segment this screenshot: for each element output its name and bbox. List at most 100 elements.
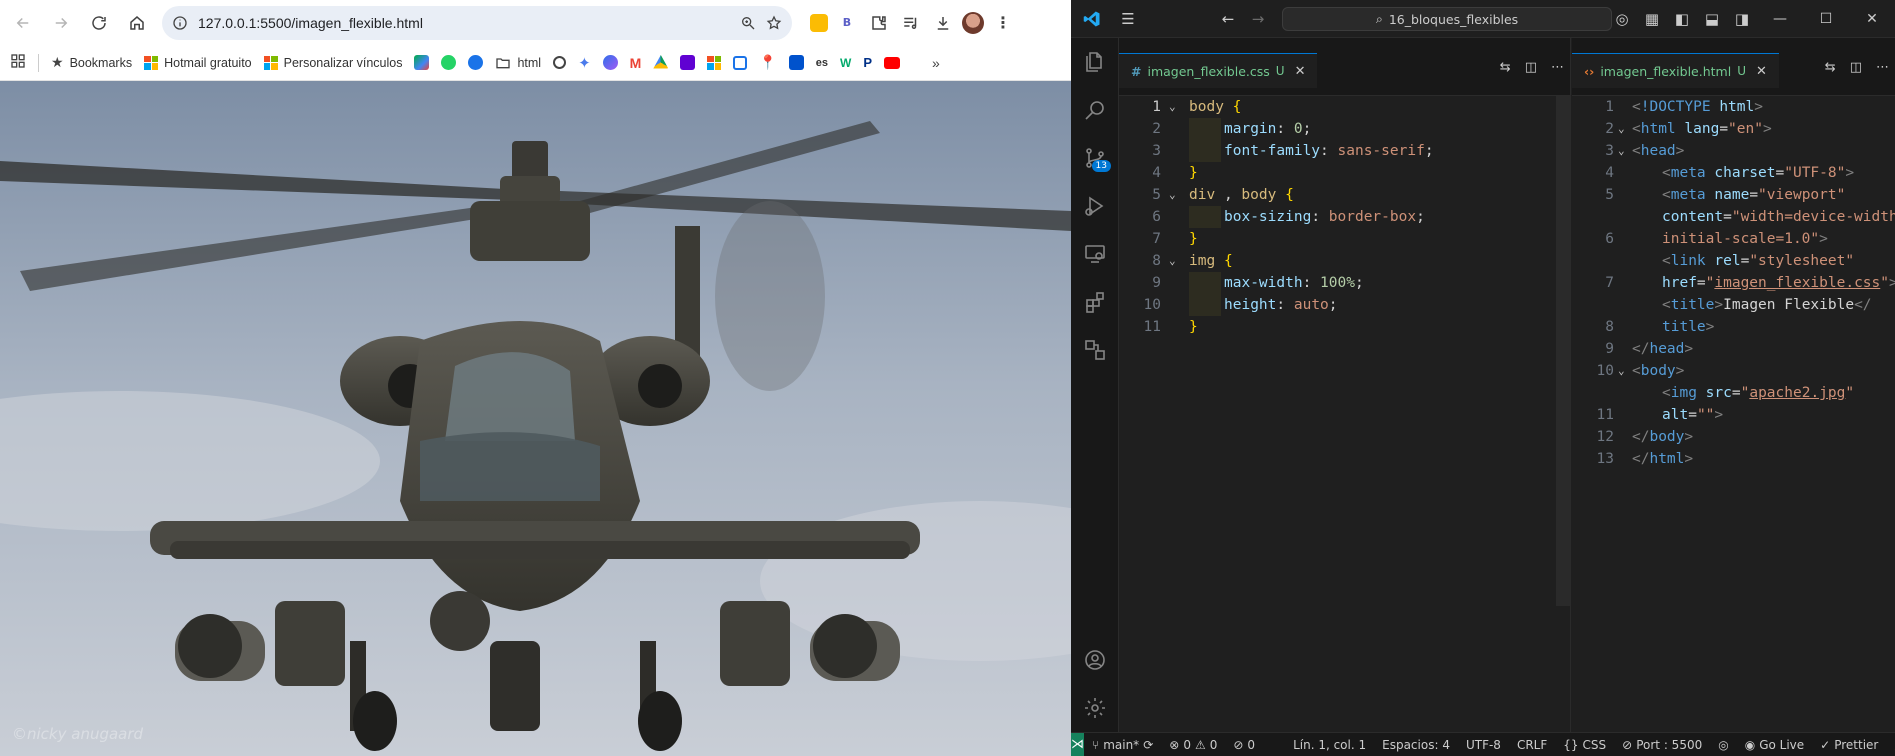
status-cursor-position[interactable]: Lín. 1, col. 1 xyxy=(1285,738,1374,752)
status-encoding[interactable]: UTF-8 xyxy=(1458,738,1509,752)
hamburger-menu-icon[interactable]: ☰ xyxy=(1113,4,1143,34)
close-tab-icon[interactable]: ✕ xyxy=(1756,64,1767,79)
fold-chevron-icon[interactable]: ⌄ xyxy=(1169,184,1176,206)
status-prettier[interactable]: ✓ Prettier xyxy=(1812,738,1886,752)
split-editor-icon[interactable]: ◫ xyxy=(1525,60,1537,75)
remote-explorer-icon[interactable] xyxy=(1071,230,1119,278)
tab-imagen-flexible-html[interactable]: ‹› imagen_flexible.html U ✕ xyxy=(1572,53,1779,88)
calendar-icon[interactable] xyxy=(733,55,748,70)
source-control-icon[interactable]: 13 xyxy=(1071,134,1119,182)
editor-group-html: ‹› imagen_flexible.html U ✕ ⇆ ◫ ⋯ 1 <!DOC… xyxy=(1572,38,1895,732)
toggle-primary-sidebar-icon[interactable]: ◧ xyxy=(1667,4,1697,34)
split-editor-icon[interactable]: ◫ xyxy=(1850,60,1862,75)
maps-pin-icon[interactable]: 📍 xyxy=(759,54,776,71)
yahoo-mail-icon[interactable] xyxy=(680,55,696,70)
url-text[interactable]: 127.0.0.1:5500/imagen_flexible.html xyxy=(198,15,730,31)
bookmark-bookmarks[interactable]: ★ Bookmarks xyxy=(51,54,132,71)
extensions-icon[interactable] xyxy=(1071,278,1119,326)
sync-icon: ⟳ xyxy=(1143,737,1154,752)
minimize-button[interactable]: — xyxy=(1757,0,1803,38)
address-bar[interactable]: 127.0.0.1:5500/imagen_flexible.html xyxy=(162,5,792,40)
close-tab-icon[interactable]: ✕ xyxy=(1295,64,1306,79)
sourcegraph-icon[interactable]: es xyxy=(816,57,828,69)
status-port[interactable]: ⊘ Port : 5500 xyxy=(1614,738,1710,752)
puzzle-extensions-icon[interactable] xyxy=(866,10,892,36)
downloads-icon[interactable] xyxy=(930,10,956,36)
whatsapp-icon[interactable] xyxy=(441,55,457,70)
fold-chevron-icon[interactable]: ⌄ xyxy=(1618,360,1625,382)
drive-icon[interactable] xyxy=(653,55,669,69)
media-control-icon[interactable] xyxy=(898,10,924,36)
tab-imagen-flexible-css[interactable]: # imagen_flexible.css U ✕ xyxy=(1119,53,1318,88)
status-problems[interactable]: ⊗ 0 ⚠ 0 xyxy=(1161,738,1225,752)
meet-icon[interactable] xyxy=(414,55,430,70)
back-button[interactable] xyxy=(6,6,40,40)
editor-scrollbar[interactable] xyxy=(1556,96,1570,606)
fold-chevron-icon[interactable]: ⌄ xyxy=(1169,250,1176,272)
open-changes-icon[interactable]: ⇆ xyxy=(1825,60,1836,75)
status-ports[interactable]: ⊘ 0 xyxy=(1225,738,1263,752)
forward-button[interactable] xyxy=(44,6,78,40)
profile-avatar[interactable] xyxy=(962,11,984,34)
copilot-icon[interactable]: ◎ xyxy=(1607,4,1637,34)
home-button[interactable] xyxy=(120,6,154,40)
code-editor-css[interactable]: 1 ⌄ body { 2 margin: 0; 3 font-family: sans-… xyxy=(1119,96,1570,338)
run-debug-icon[interactable] xyxy=(1071,182,1119,230)
fold-chevron-icon[interactable]: ⌄ xyxy=(1169,96,1176,118)
atlassian-icon[interactable] xyxy=(788,55,804,70)
more-actions-icon[interactable]: ⋯ xyxy=(1551,60,1564,75)
site-info-icon[interactable] xyxy=(172,15,188,31)
status-copilot[interactable]: ◎ xyxy=(1710,738,1736,752)
tab-filename: imagen_flexible.html xyxy=(1600,63,1732,79)
close-button[interactable]: ✕ xyxy=(1849,0,1895,38)
remote-indicator-icon[interactable]: ⋊ xyxy=(1071,732,1084,756)
chat-icon[interactable] xyxy=(468,55,484,70)
testing-icon[interactable] xyxy=(1071,326,1119,374)
w3schools-icon[interactable]: W xyxy=(840,56,851,70)
status-language[interactable]: {} CSS xyxy=(1555,738,1614,752)
gemini-icon[interactable]: ✦ xyxy=(578,54,591,72)
maximize-button[interactable]: ☐ xyxy=(1803,0,1849,38)
fold-chevron-icon[interactable]: ⌄ xyxy=(1618,118,1625,140)
openai-icon[interactable] xyxy=(553,56,567,69)
code-editor-html[interactable]: 1 <!DOCTYPE html> 2 ⌄ <html lang="en"> 3 ⌄ <h… xyxy=(1572,96,1895,470)
status-branch[interactable]: ⑂ main* ⟳ xyxy=(1084,738,1161,752)
bookmark-label: html xyxy=(517,55,542,70)
reload-button[interactable] xyxy=(82,6,116,40)
settings-gear-icon[interactable] xyxy=(1071,684,1119,732)
line-number: 2 xyxy=(1605,121,1614,137)
nav-back-icon[interactable]: ← xyxy=(1213,4,1243,34)
youtube-icon[interactable] xyxy=(884,56,901,69)
editor-group-css: # imagen_flexible.css U ✕ ⇆ ◫ ⋯ 1 ⌄ body {… xyxy=(1119,38,1571,732)
gmail-icon[interactable]: M xyxy=(630,55,642,71)
apps-grid-icon[interactable] xyxy=(10,53,26,72)
nav-forward-icon[interactable]: → xyxy=(1243,4,1273,34)
status-eol[interactable]: CRLF xyxy=(1509,738,1555,752)
copilot-icon[interactable] xyxy=(602,55,618,70)
bookmark-star-icon[interactable] xyxy=(766,14,782,31)
more-actions-icon[interactable]: ⋯ xyxy=(1876,60,1889,75)
status-go-live[interactable]: ◉ Go Live xyxy=(1737,738,1812,752)
open-changes-icon[interactable]: ⇆ xyxy=(1500,60,1511,75)
status-indentation[interactable]: Espacios: 4 xyxy=(1374,738,1458,752)
more-bookmarks-icon[interactable]: » xyxy=(932,55,940,71)
explorer-icon[interactable] xyxy=(1071,38,1119,86)
line-number: 7 xyxy=(1605,275,1614,291)
microsoft-icon[interactable] xyxy=(707,55,722,70)
command-center-search[interactable]: ⌕ 16_bloques_flexibles xyxy=(1282,7,1612,31)
toggle-panel-icon[interactable]: ⬓ xyxy=(1697,4,1727,34)
keep-extension-icon[interactable] xyxy=(810,13,828,32)
bookmark-html-folder[interactable]: html xyxy=(495,55,541,71)
zoom-icon[interactable] xyxy=(740,15,756,31)
search-icon[interactable] xyxy=(1071,86,1119,134)
notifications-bell-icon[interactable]: 🔔 xyxy=(1886,738,1895,752)
fold-chevron-icon[interactable]: ⌄ xyxy=(1618,140,1625,162)
accounts-icon[interactable] xyxy=(1071,636,1119,684)
customize-layout-icon[interactable]: ▦ xyxy=(1637,4,1667,34)
menu-kebab-icon[interactable]: ⋮ xyxy=(990,10,1016,36)
bookmark-personalizar[interactable]: Personalizar vínculos xyxy=(263,55,402,70)
paypal-icon[interactable]: P xyxy=(863,55,872,70)
toggle-secondary-sidebar-icon[interactable]: ◨ xyxy=(1727,4,1757,34)
b-extension-icon[interactable]: B xyxy=(834,10,860,36)
bookmark-hotmail[interactable]: Hotmail gratuito xyxy=(144,55,252,70)
